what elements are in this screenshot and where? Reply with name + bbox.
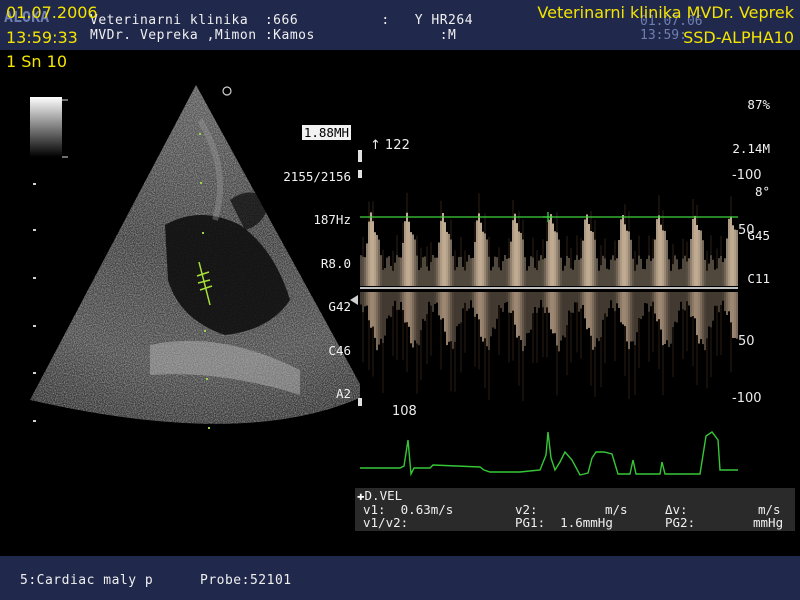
- scale-tick-top: -100: [732, 168, 762, 183]
- angle-readout: 8°: [754, 184, 770, 199]
- doppler-spectrum: [350, 145, 738, 406]
- scale-tick-upper: 50: [738, 223, 755, 238]
- preset-label: 5:Cardiac maly p: [20, 573, 154, 588]
- measurement-panel: ✚D.VEL v1: 0.63m/s v2: m/s Δv: m/s v1/v2…: [355, 488, 795, 531]
- frame-rate-readout: 187Hz: [313, 212, 351, 227]
- gain-readout: G42: [328, 299, 351, 314]
- velocity-range-label: ↑ 122: [370, 138, 410, 153]
- probe-label: Probe:52101: [200, 573, 292, 588]
- frequency-readout: 1.88MH: [301, 125, 351, 140]
- heart-rate-label: 108: [392, 404, 417, 419]
- ecg-trace: [360, 431, 738, 477]
- b-mode-parameters: 1.88MH 2155/2156 187Hz R8.0 G42 C46 A2: [256, 97, 351, 416]
- doppler-contrast-readout: C11: [747, 271, 770, 286]
- scale-tick-bottom: -100: [732, 391, 762, 406]
- v1-value: 0.63m/s: [400, 502, 454, 517]
- doppler-gain-readout: G45: [747, 227, 770, 243]
- doppler-frequency-readout: 2.14M: [732, 140, 770, 156]
- scale-tick-lower: 50: [738, 334, 755, 349]
- grayscale-bar: [30, 97, 62, 157]
- power-readout: 87%: [747, 97, 770, 112]
- contrast-readout: C46: [328, 342, 351, 358]
- pg1-value: 1.6mmHg: [560, 515, 613, 530]
- range-readout: R8.0: [320, 255, 351, 271]
- depth-scale: [33, 183, 36, 422]
- doppler-parameters: 87% 2.14M 8° G45 C11: [700, 69, 770, 301]
- measurement-title: D.VEL: [364, 488, 403, 503]
- area-readout: A2: [335, 386, 351, 401]
- frame-readout: 2155/2156: [283, 168, 351, 184]
